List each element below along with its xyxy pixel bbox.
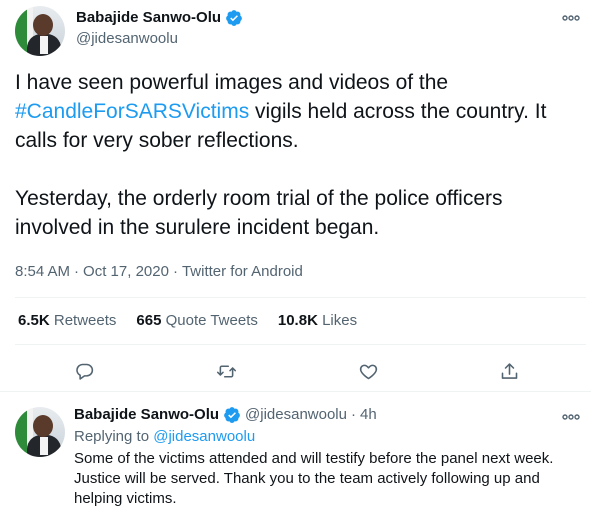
reply-tweet[interactable]: Babajide Sanwo-Olu @jidesanwoolu · 4h Re… xyxy=(0,392,591,508)
avatar[interactable] xyxy=(15,407,65,457)
tweet-stats: 6.5K Retweets 665 Quote Tweets 10.8K Lik… xyxy=(18,311,377,331)
author-handle[interactable]: @jidesanwoolu xyxy=(245,405,347,425)
reply-time[interactable]: 4h xyxy=(360,405,377,425)
tweet-time[interactable]: 8:54 AM xyxy=(15,263,70,280)
tweet-source[interactable]: Twitter for Android xyxy=(182,263,303,280)
author-name-text[interactable]: Babajide Sanwo-Olu xyxy=(76,8,221,27)
verified-badge-icon xyxy=(226,9,242,26)
tweet-text: I have seen powerful images and videos o… xyxy=(15,68,585,242)
quote-count: 665 xyxy=(136,312,162,329)
share-icon xyxy=(501,362,517,379)
author-handle[interactable]: @jidesanwoolu xyxy=(76,29,243,49)
author-name[interactable]: Babajide Sanwo-Olu xyxy=(76,8,243,27)
share-button[interactable] xyxy=(494,356,524,386)
like-icon xyxy=(359,364,377,379)
tweet-date[interactable]: Oct 17, 2020 xyxy=(83,263,169,280)
tweet-actions xyxy=(0,356,591,386)
reply-header: Babajide Sanwo-Olu @jidesanwoolu · 4h xyxy=(74,405,377,425)
more-horizontal-icon[interactable] xyxy=(562,411,580,421)
tweet-paragraph-1: I have seen powerful images and videos o… xyxy=(15,68,585,155)
author-name[interactable]: Babajide Sanwo-Olu xyxy=(74,405,219,425)
divider xyxy=(15,297,586,298)
meta-separator: · xyxy=(172,263,178,280)
quote-tweets-stat[interactable]: 665 Quote Tweets xyxy=(136,311,257,331)
divider xyxy=(15,344,586,345)
reply-button[interactable] xyxy=(69,356,99,386)
author-block: Babajide Sanwo-Olu @jidesanwoolu xyxy=(76,8,243,49)
tweet-paragraph-2: Yesterday, the orderly room trial of the… xyxy=(15,187,503,239)
main-tweet: Babajide Sanwo-Olu @jidesanwoolu I have … xyxy=(0,0,591,392)
tweet-text-part: I have seen powerful images and videos o… xyxy=(15,71,449,94)
hashtag-link[interactable]: #CandleForSARSVictims xyxy=(15,100,249,123)
reply-icon xyxy=(75,363,93,380)
likes-stat[interactable]: 10.8K Likes xyxy=(278,311,357,331)
likes-label: Likes xyxy=(322,312,358,329)
tweet-meta: 8:54 AM · Oct 17, 2020 · Twitter for Android xyxy=(15,262,303,282)
reply-text: Some of the victims attended and will te… xyxy=(74,450,554,507)
replying-prefix: Replying to xyxy=(74,428,154,445)
retweet-icon xyxy=(216,364,236,378)
meta-separator: · xyxy=(74,263,80,280)
retweets-label: Retweets xyxy=(53,312,117,329)
retweets-count: 6.5K xyxy=(18,312,50,329)
like-button[interactable] xyxy=(353,356,383,386)
retweets-stat[interactable]: 6.5K Retweets xyxy=(18,311,116,331)
replying-to: Replying to @jidesanwoolu xyxy=(74,427,255,447)
likes-count: 10.8K xyxy=(277,312,318,329)
retweet-button[interactable] xyxy=(211,356,241,386)
mention-link[interactable]: @jidesanwoolu xyxy=(153,428,255,445)
more-horizontal-icon[interactable] xyxy=(562,12,580,22)
verified-badge-icon xyxy=(224,407,240,423)
avatar[interactable] xyxy=(15,6,65,56)
meta-separator: · xyxy=(350,406,356,423)
quote-label: Quote Tweets xyxy=(165,312,258,329)
